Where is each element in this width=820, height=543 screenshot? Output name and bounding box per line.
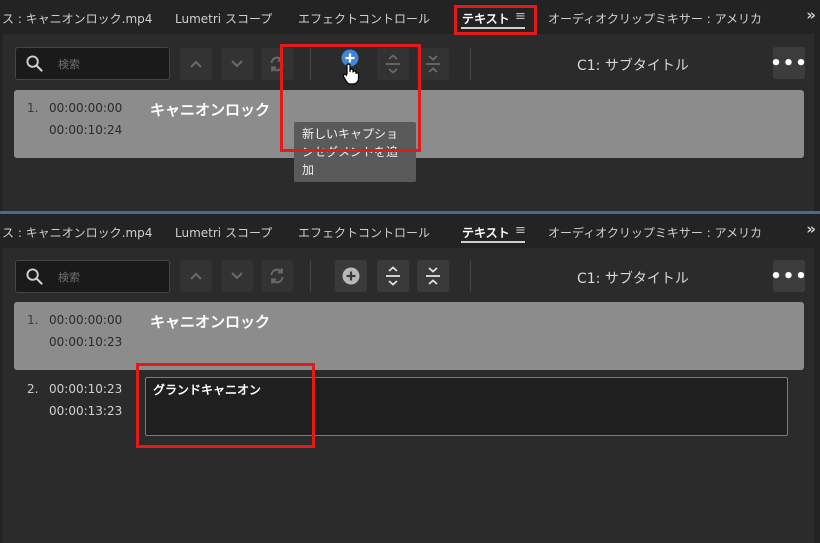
highlight-add-caption [280, 44, 421, 152]
caption-index: 1. [27, 101, 39, 115]
overflow-chevron-icon[interactable]: » [806, 6, 816, 24]
captions-panel-after: ス : キャニオンロック.mp4 Lumetri スコープ エフェクトコントロー… [0, 214, 820, 543]
tab-source[interactable]: ス : キャニオンロック.mp4 [2, 224, 152, 241]
toolbar-divider [310, 260, 311, 292]
caption-start-time[interactable]: 00:00:10:23 [49, 382, 122, 396]
split-caption-button[interactable] [377, 260, 409, 292]
merge-captions-button[interactable] [417, 48, 449, 80]
tab-menu-icon[interactable]: ≡ [515, 223, 526, 238]
merge-icon [426, 55, 440, 73]
caption-end-time[interactable]: 00:00:13:23 [49, 404, 122, 418]
tab-text[interactable]: テキスト [462, 224, 510, 241]
highlight-new-caption [136, 363, 315, 448]
search-icon [26, 268, 43, 285]
more-options-button[interactable]: ••• [770, 260, 808, 292]
panel-tab-bar: ス : キャニオンロック.mp4 Lumetri スコープ エフェクトコントロー… [0, 214, 820, 248]
search-input[interactable]: 検索 [15, 260, 170, 293]
caption-start-time[interactable]: 00:00:00:00 [49, 101, 122, 115]
captions-content: 検索 C1: サブタイトル ••• 1. 00:00:00:00 00:00:1… [3, 248, 814, 543]
previous-caption-button[interactable] [180, 260, 212, 292]
caption-index: 2. [27, 382, 39, 396]
active-tab-indicator [461, 241, 525, 243]
tab-audio-clip-mixer[interactable]: オーディオクリップミキサー : アメリカ [548, 10, 762, 27]
more-icon: ••• [770, 265, 808, 287]
tab-effect-controls[interactable]: エフェクトコントロール [298, 224, 430, 241]
toolbar-divider [470, 48, 471, 80]
caption-row[interactable]: 1. 00:00:00:00 00:00:10:23 キャニオンロック [14, 302, 804, 370]
search-placeholder: 検索 [58, 271, 80, 284]
previous-caption-button[interactable] [180, 48, 212, 80]
add-circle-icon [342, 267, 360, 285]
panel-tab-bar: ス : キャニオンロック.mp4 Lumetri スコープ エフェクトコントロー… [0, 0, 820, 34]
caption-start-time[interactable]: 00:00:00:00 [49, 313, 122, 327]
search-placeholder: 検索 [58, 58, 80, 71]
more-options-button[interactable]: ••• [770, 47, 808, 79]
next-caption-button[interactable] [221, 260, 253, 292]
caption-track-label: C1: サブタイトル [577, 271, 689, 287]
merge-captions-button[interactable] [417, 260, 449, 292]
caption-end-time[interactable]: 00:00:10:24 [49, 123, 122, 137]
split-icon [386, 266, 400, 286]
chevron-down-icon [231, 272, 243, 280]
caption-track-label: C1: サブタイトル [577, 58, 689, 74]
tab-lumetri-scopes[interactable]: Lumetri スコープ [175, 224, 272, 241]
overflow-chevron-icon[interactable]: » [806, 220, 816, 238]
search-input[interactable]: 検索 [15, 47, 170, 80]
chevron-up-icon [190, 272, 202, 280]
caption-index: 1. [27, 313, 39, 327]
next-caption-button[interactable] [221, 48, 253, 80]
add-caption-segment-button[interactable] [335, 260, 367, 292]
toolbar-divider [470, 260, 471, 292]
caption-row[interactable]: 2. 00:00:10:23 00:00:13:23 グランドキャニオン [14, 371, 804, 439]
refresh-icon [270, 268, 284, 284]
caption-end-time[interactable]: 00:00:10:23 [49, 335, 122, 349]
tab-audio-clip-mixer[interactable]: オーディオクリップミキサー : アメリカ [548, 224, 762, 241]
search-icon [26, 55, 43, 72]
tab-source[interactable]: ス : キャニオンロック.mp4 [2, 10, 152, 27]
caption-text[interactable]: キャニオンロック [150, 99, 270, 120]
more-icon: ••• [770, 52, 808, 74]
tab-effect-controls[interactable]: エフェクトコントロール [298, 10, 430, 27]
chevron-down-icon [231, 60, 243, 68]
tab-lumetri-scopes[interactable]: Lumetri スコープ [175, 10, 272, 27]
replace-button[interactable] [261, 260, 293, 292]
chevron-up-icon [190, 60, 202, 68]
caption-text[interactable]: キャニオンロック [150, 311, 270, 332]
captions-panel-before: ス : キャニオンロック.mp4 Lumetri スコープ エフェクトコントロー… [0, 0, 820, 211]
merge-icon [426, 267, 440, 285]
highlight-text-tab [454, 5, 537, 35]
